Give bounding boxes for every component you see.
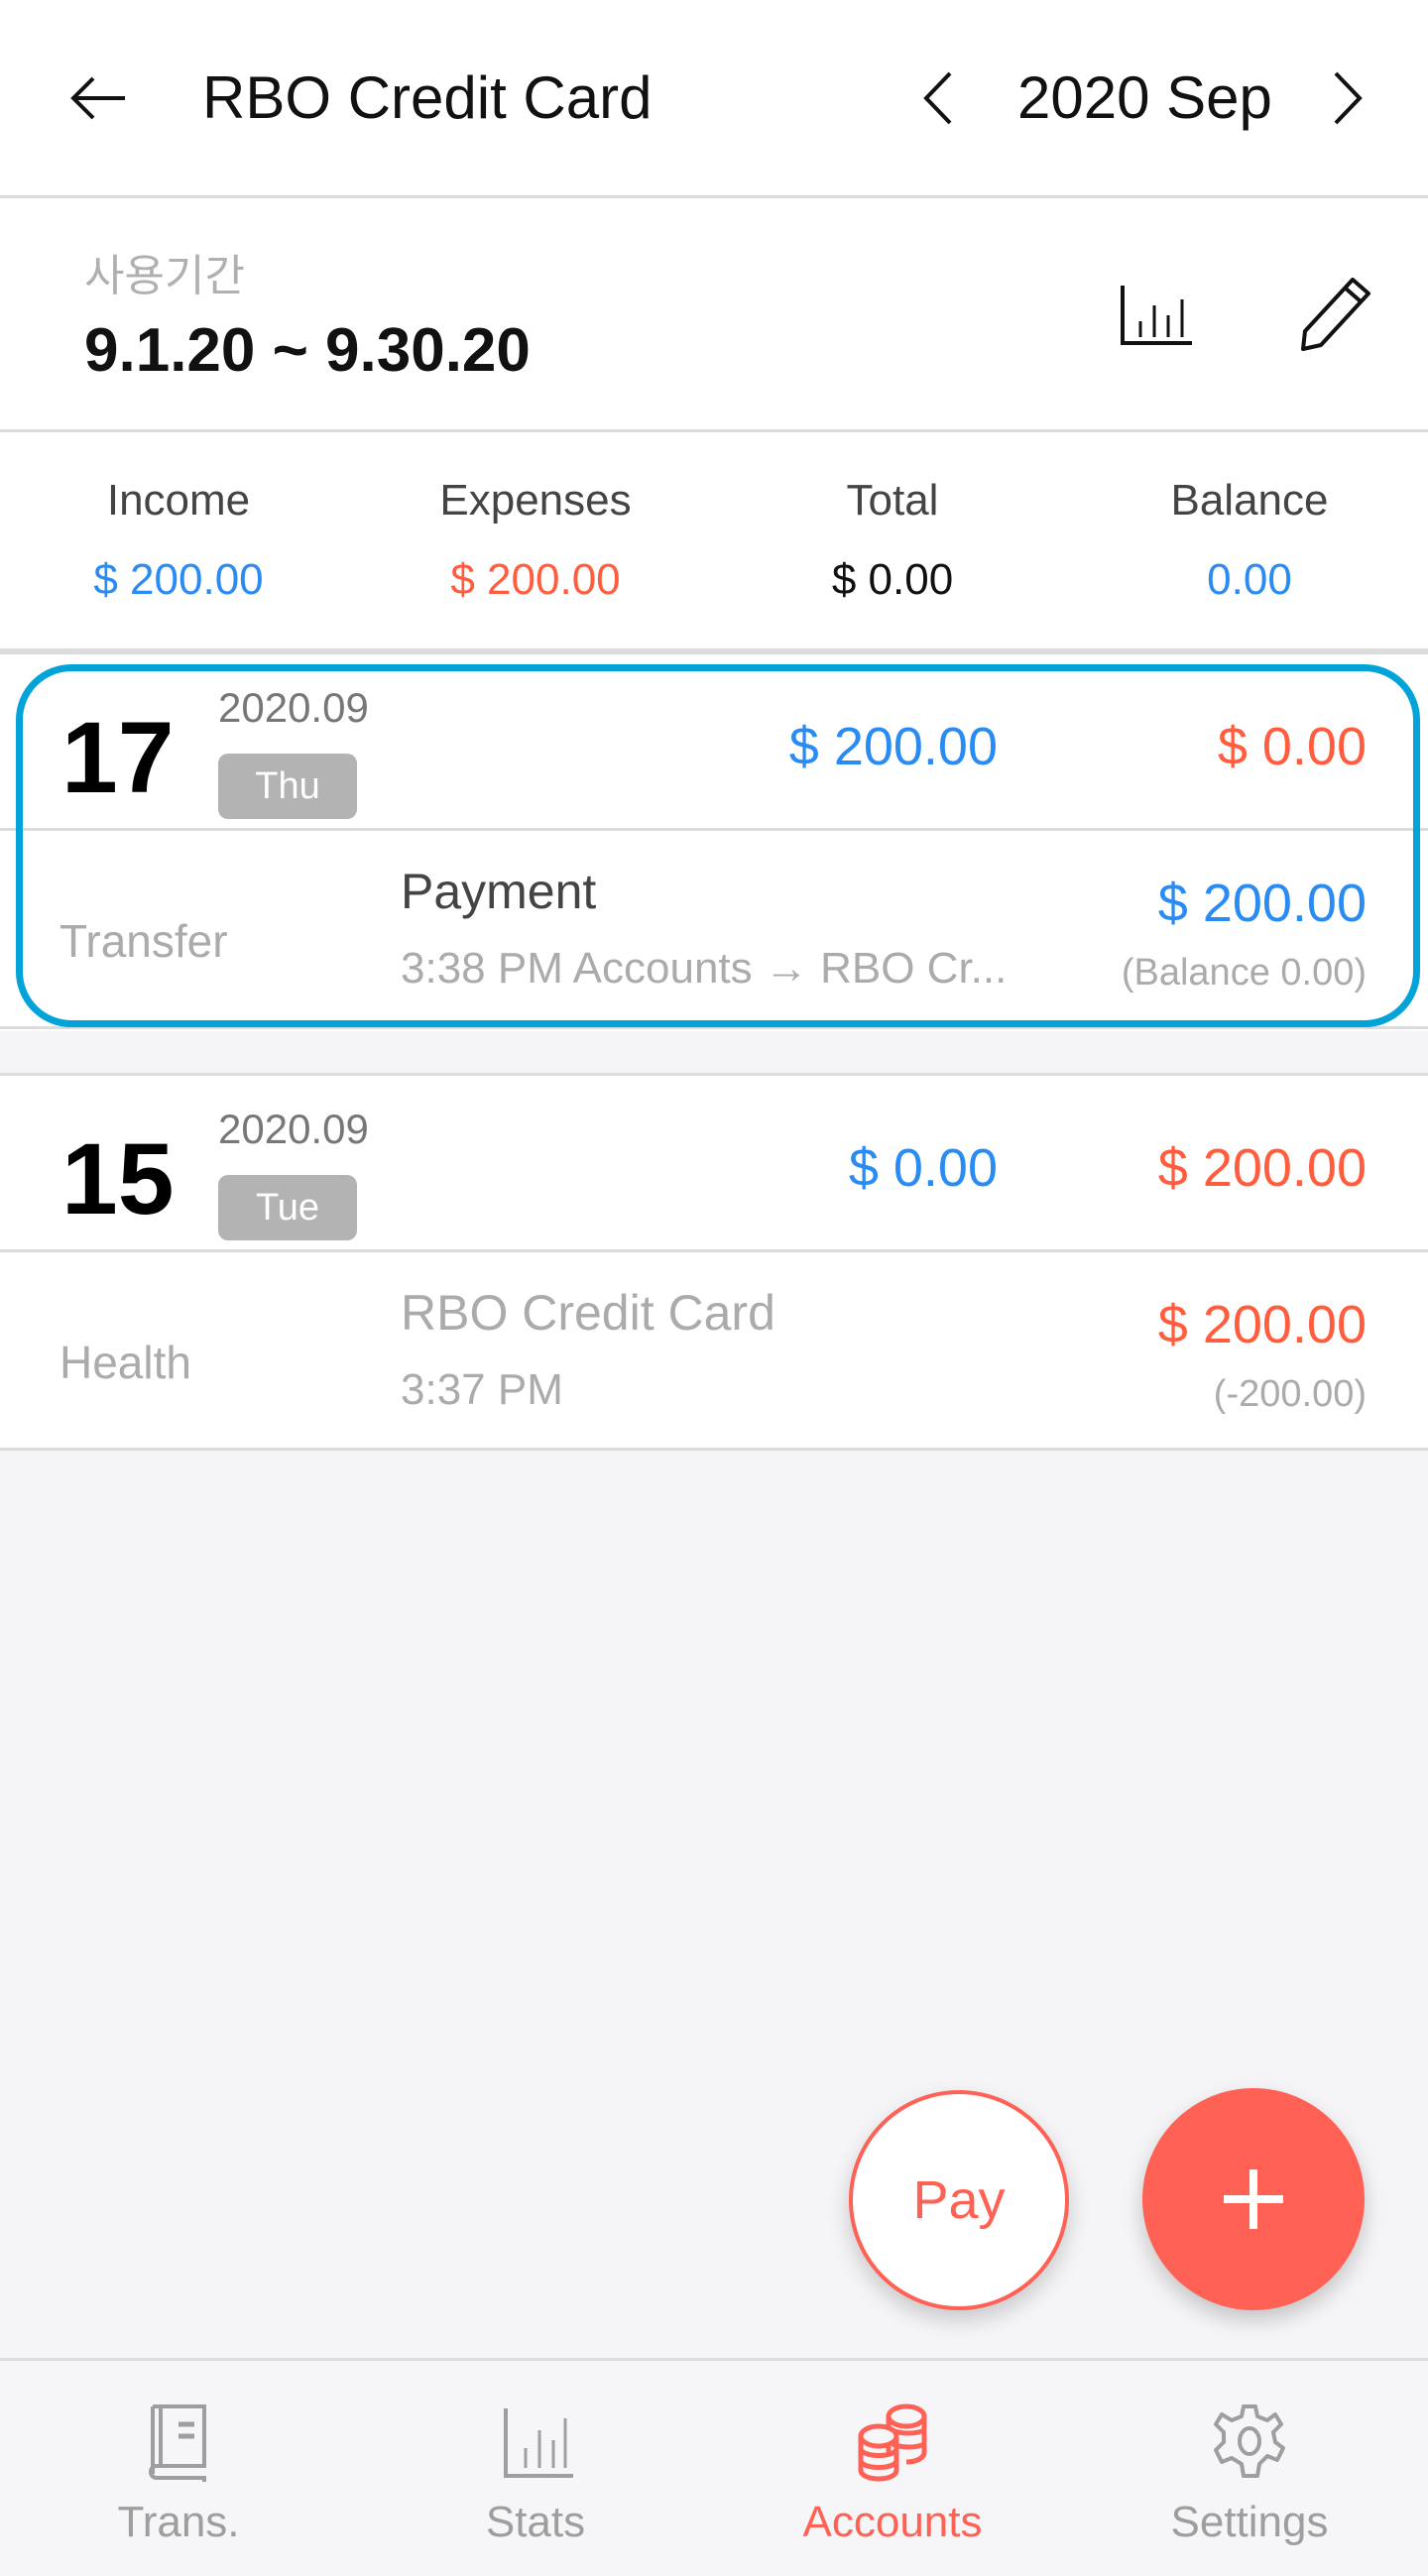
- summary-value: 0.00: [1207, 555, 1292, 604]
- summary-label: Total: [846, 476, 939, 525]
- bar-chart-icon: [504, 2408, 573, 2478]
- summary-value: $ 200.00: [93, 555, 264, 604]
- period-section: 사용기간 9.1.20 ~ 9.30.20: [0, 198, 1428, 432]
- nav-label: Stats: [485, 2498, 586, 2546]
- transaction-name: Payment: [401, 864, 597, 919]
- previous-month-icon[interactable]: [912, 63, 962, 133]
- day-expense: $ 0.00: [1217, 717, 1367, 776]
- period-range: 9.1.20 ~ 9.30.20: [84, 316, 531, 385]
- nav-label: Trans.: [117, 2498, 240, 2546]
- nav-item-stats[interactable]: Stats: [357, 2361, 714, 2576]
- back-arrow-icon[interactable]: [65, 63, 135, 133]
- period-label: 사용기간: [84, 252, 245, 300]
- weekday-badge: Thu: [218, 754, 357, 819]
- nav-item-trans[interactable]: Trans.: [0, 2361, 357, 2576]
- transaction-category: Health: [60, 1337, 191, 1388]
- summary-label: Balance: [1170, 476, 1329, 525]
- summary-income: Income $ 200.00: [0, 476, 357, 605]
- day-group: 15 2020.09 Tue $ 0.00 $ 200.00 Health RB…: [0, 1073, 1428, 1451]
- transaction-category: Transfer: [60, 915, 228, 967]
- add-transaction-button[interactable]: [1142, 2088, 1365, 2310]
- day-income: $ 0.00: [848, 1138, 998, 1198]
- gear-icon: [1214, 2404, 1285, 2478]
- summary-expenses: Expenses $ 200.00: [357, 476, 714, 605]
- coins-icon: [858, 2403, 927, 2482]
- nav-item-settings[interactable]: Settings: [1071, 2361, 1428, 2576]
- summary-row: Income $ 200.00 Expenses $ 200.00 Total …: [0, 432, 1428, 654]
- transaction-row[interactable]: Health RBO Credit Card 3:37 PM $ 200.00 …: [0, 1252, 1428, 1451]
- day-income: $ 200.00: [788, 717, 998, 776]
- summary-value: $ 0.00: [831, 555, 954, 604]
- bar-chart-icon[interactable]: [1117, 282, 1196, 351]
- day-group: 17 2020.09 Thu $ 200.00 $ 0.00 Transfer …: [0, 654, 1428, 1031]
- day-header: 15 2020.09 Tue $ 0.00 $ 200.00: [0, 1076, 1428, 1252]
- transaction-balance: (-200.00): [1213, 1373, 1367, 1415]
- year-month: 2020.09: [218, 684, 369, 731]
- book-icon: [149, 2404, 206, 2482]
- summary-label: Income: [106, 476, 251, 525]
- page-title: RBO Credit Card: [202, 64, 653, 131]
- weekday-badge: Tue: [218, 1175, 357, 1240]
- nav-item-accounts[interactable]: Accounts: [714, 2361, 1071, 2576]
- transaction-row[interactable]: Transfer Payment 3:38 PM Accounts → RBO …: [0, 831, 1428, 1029]
- pencil-icon[interactable]: [1295, 274, 1374, 353]
- bottom-navigation: Trans. Stats Accounts Settings: [0, 2358, 1428, 2576]
- pay-button[interactable]: Pay: [849, 2090, 1069, 2310]
- day-expense: $ 200.00: [1157, 1138, 1367, 1198]
- nav-label: Settings: [1170, 2498, 1329, 2546]
- app-header: RBO Credit Card 2020 Sep: [0, 0, 1428, 198]
- nav-label: Accounts: [802, 2498, 983, 2546]
- transaction-name: RBO Credit Card: [401, 1285, 775, 1341]
- summary-balance: Balance 0.00: [1071, 476, 1428, 605]
- day-number: 17: [61, 701, 175, 814]
- summary-total: Total $ 0.00: [714, 476, 1071, 605]
- year-month: 2020.09: [218, 1106, 369, 1152]
- current-month: 2020 Sep: [1017, 64, 1272, 131]
- transaction-subtitle: 3:38 PM Accounts → RBO Cr...: [401, 944, 1008, 993]
- day-number: 15: [61, 1122, 175, 1235]
- day-header: 17 2020.09 Thu $ 200.00 $ 0.00: [0, 654, 1428, 831]
- transaction-amount: $ 200.00: [1157, 874, 1367, 933]
- transaction-balance: (Balance 0.00): [1121, 952, 1367, 994]
- transaction-subtitle: 3:37 PM: [401, 1365, 563, 1414]
- transaction-amount: $ 200.00: [1157, 1295, 1367, 1354]
- summary-value: $ 200.00: [450, 555, 621, 604]
- next-month-icon[interactable]: [1324, 63, 1373, 133]
- summary-label: Expenses: [439, 476, 632, 525]
